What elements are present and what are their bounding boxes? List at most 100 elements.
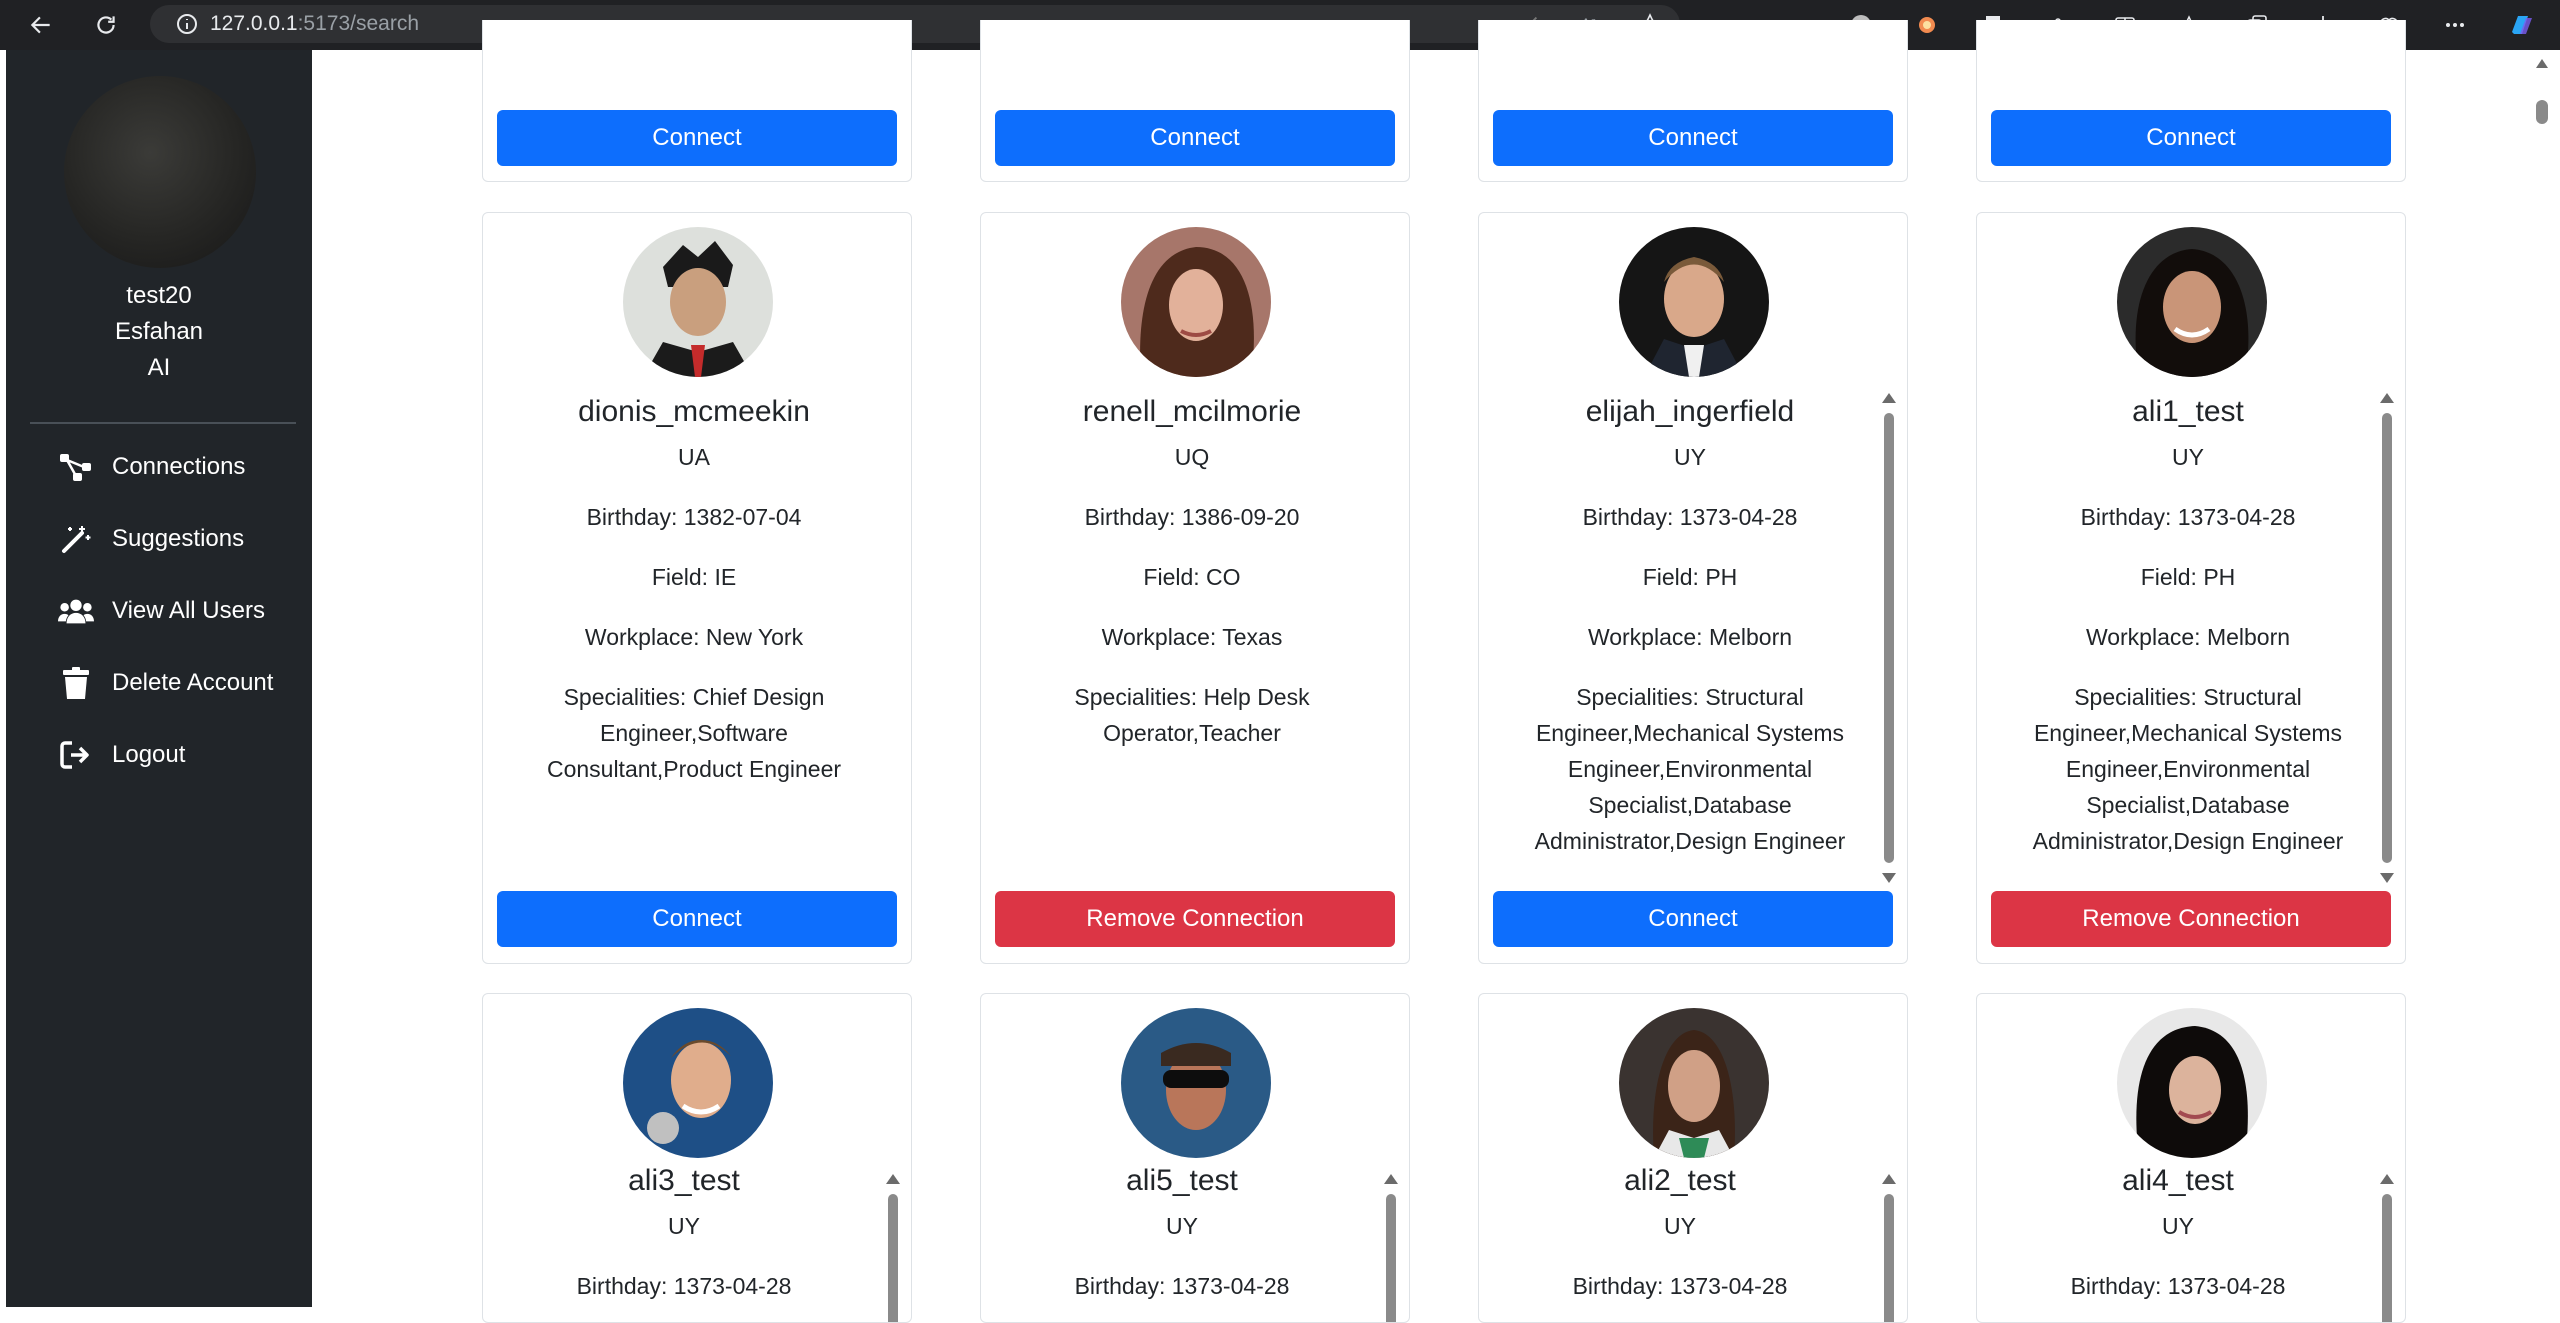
user-birthday: Birthday: 1373-04-28 (2070, 1273, 2286, 1299)
profile-city: Esfahan (114, 318, 204, 345)
sidebar-item-label: Logout (112, 741, 186, 768)
card-scrollbar[interactable] (2380, 393, 2394, 883)
user-card: renell_mcilmorie UQ Birthday: 1386-09-20… (980, 212, 1410, 964)
user-card: elijah_ingerfield UY Birthday: 1373-04-2… (1478, 212, 1908, 964)
trash-icon (58, 665, 94, 701)
url-text: 127.0.0.1:5173/search (210, 12, 420, 35)
avatar (64, 76, 256, 268)
card-scrollbar-thumb[interactable] (2382, 413, 2392, 863)
profile-username: test20 (126, 282, 192, 309)
user-country: UA (678, 444, 710, 470)
back-icon[interactable] (17, 1, 65, 49)
user-name: renell_mcilmorie (1082, 395, 1302, 428)
connect-button[interactable]: Connect (995, 110, 1395, 166)
user-name: ali1_test (2132, 395, 2244, 428)
user-card-partial: Connect (1976, 20, 2406, 182)
card-scrollbar-thumb[interactable] (2382, 1194, 2392, 1322)
user-photo (1121, 1008, 1271, 1158)
sidebar-item-suggestions[interactable]: Suggestions (30, 511, 296, 567)
user-name: ali2_test (1624, 1164, 1736, 1197)
reload-icon[interactable] (82, 1, 130, 49)
user-photo (623, 1008, 773, 1158)
scroll-up-icon[interactable] (1882, 393, 1896, 403)
scroll-up-icon[interactable] (1384, 1174, 1398, 1184)
scroll-up-icon[interactable] (1882, 1174, 1896, 1184)
user-name: ali4_test (2122, 1164, 2234, 1197)
user-field: Field: CO (1143, 564, 1241, 590)
user-country: UY (2172, 444, 2204, 470)
scroll-up-icon[interactable] (886, 1174, 900, 1184)
connect-button[interactable]: Connect (1493, 891, 1893, 947)
user-card-body: ali5_test UY Birthday: 1373-04-28 (1017, 1162, 1347, 1312)
user-card: ali4_test UY Birthday: 1373-04-28 (1976, 993, 2406, 1323)
sidebar-item-label: Delete Account (112, 669, 274, 696)
user-birthday: Birthday: 1373-04-28 (1074, 1273, 1290, 1299)
card-scrollbar-thumb[interactable] (888, 1194, 898, 1322)
user-card: ali3_test UY Birthday: 1373-04-28 (482, 993, 912, 1323)
remove-connection-button[interactable]: Remove Connection (995, 891, 1395, 947)
user-card-body: renell_mcilmorie UQ Birthday: 1386-09-20… (1017, 383, 1367, 833)
user-card-body: ali3_test UY Birthday: 1373-04-28 (519, 1162, 849, 1312)
connect-button[interactable]: Connect (1991, 110, 2391, 166)
sidebar-item-delete-account[interactable]: Delete Account (30, 655, 296, 711)
scroll-up-icon[interactable] (2380, 393, 2394, 403)
sidebar-item-label: Connections (112, 453, 246, 480)
connect-button[interactable]: Connect (497, 110, 897, 166)
user-photo (1619, 1008, 1769, 1158)
user-country: UY (1664, 1213, 1696, 1239)
user-birthday: Birthday: 1373-04-28 (576, 1273, 792, 1299)
user-specialities: Specialities: Structural Engineer,Mechan… (2032, 684, 2344, 854)
user-country: UY (668, 1213, 700, 1239)
more-menu-icon[interactable] (2422, 0, 2488, 50)
scroll-up-icon[interactable] (2380, 1174, 2394, 1184)
magic-wand-icon (58, 521, 94, 557)
user-birthday: Birthday: 1373-04-28 (1582, 504, 1798, 530)
card-scrollbar-thumb[interactable] (1884, 413, 1894, 863)
profile-field: AI (147, 354, 171, 381)
user-card: dionis_mcmeekin UA Birthday: 1382-07-04 … (482, 212, 912, 964)
user-country: UY (1166, 1213, 1198, 1239)
user-card: ali1_test UY Birthday: 1373-04-28 Field:… (1976, 212, 2406, 964)
connect-button[interactable]: Connect (497, 891, 897, 947)
user-field: Field: PH (2140, 564, 2236, 590)
card-scrollbar[interactable] (886, 1174, 900, 1322)
sidebar-item-view-all-users[interactable]: View All Users (30, 583, 296, 639)
sidebar-item-label: Suggestions (112, 525, 245, 552)
scroll-down-icon[interactable] (2380, 873, 2394, 883)
user-workplace: Workplace: New York (584, 624, 804, 650)
card-scrollbar[interactable] (1384, 1174, 1398, 1322)
connect-button[interactable]: Connect (1493, 110, 1893, 166)
user-country: UQ (1174, 444, 1210, 470)
copilot-icon[interactable] (2488, 0, 2554, 50)
page-scroll-up-icon[interactable] (2535, 56, 2549, 74)
card-scrollbar[interactable] (2380, 1174, 2394, 1322)
user-field: Field: PH (1642, 564, 1738, 590)
user-name: ali5_test (1126, 1164, 1238, 1197)
site-info-icon[interactable] (164, 12, 210, 36)
sidebar-divider (30, 422, 296, 424)
card-scrollbar-thumb[interactable] (1386, 1194, 1396, 1322)
card-scrollbar[interactable] (1882, 393, 1896, 883)
user-specialities: Specialities: Help Desk Operator,Teacher (1074, 684, 1310, 746)
sidebar-item-logout[interactable]: Logout (30, 727, 296, 783)
user-country: UY (1674, 444, 1706, 470)
remove-connection-button[interactable]: Remove Connection (1991, 891, 2391, 947)
card-scrollbar-thumb[interactable] (1884, 1194, 1894, 1322)
user-card: ali2_test UY Birthday: 1373-04-28 (1478, 993, 1908, 1323)
user-field: Field: IE (651, 564, 737, 590)
user-card-partial: Connect (1478, 20, 1908, 182)
user-photo (2117, 227, 2267, 377)
user-card: ali5_test UY Birthday: 1373-04-28 (980, 993, 1410, 1323)
user-name: elijah_ingerfield (1585, 395, 1795, 428)
page-scrollbar-thumb[interactable] (2536, 100, 2548, 124)
sidebar-item-connections[interactable]: Connections (30, 439, 296, 495)
card-scrollbar[interactable] (1882, 1174, 1896, 1322)
user-card-body: elijah_ingerfield UY Birthday: 1373-04-2… (1515, 393, 1865, 883)
logout-icon (58, 737, 94, 773)
scroll-down-icon[interactable] (1882, 873, 1896, 883)
user-workplace: Workplace: Melborn (2085, 624, 2291, 650)
user-card-body: ali2_test UY Birthday: 1373-04-28 (1515, 1162, 1845, 1312)
user-card-body: dionis_mcmeekin UA Birthday: 1382-07-04 … (519, 383, 869, 833)
address-bar[interactable]: 127.0.0.1:5173/search Aa (150, 5, 1680, 43)
user-workplace: Workplace: Texas (1101, 624, 1283, 650)
